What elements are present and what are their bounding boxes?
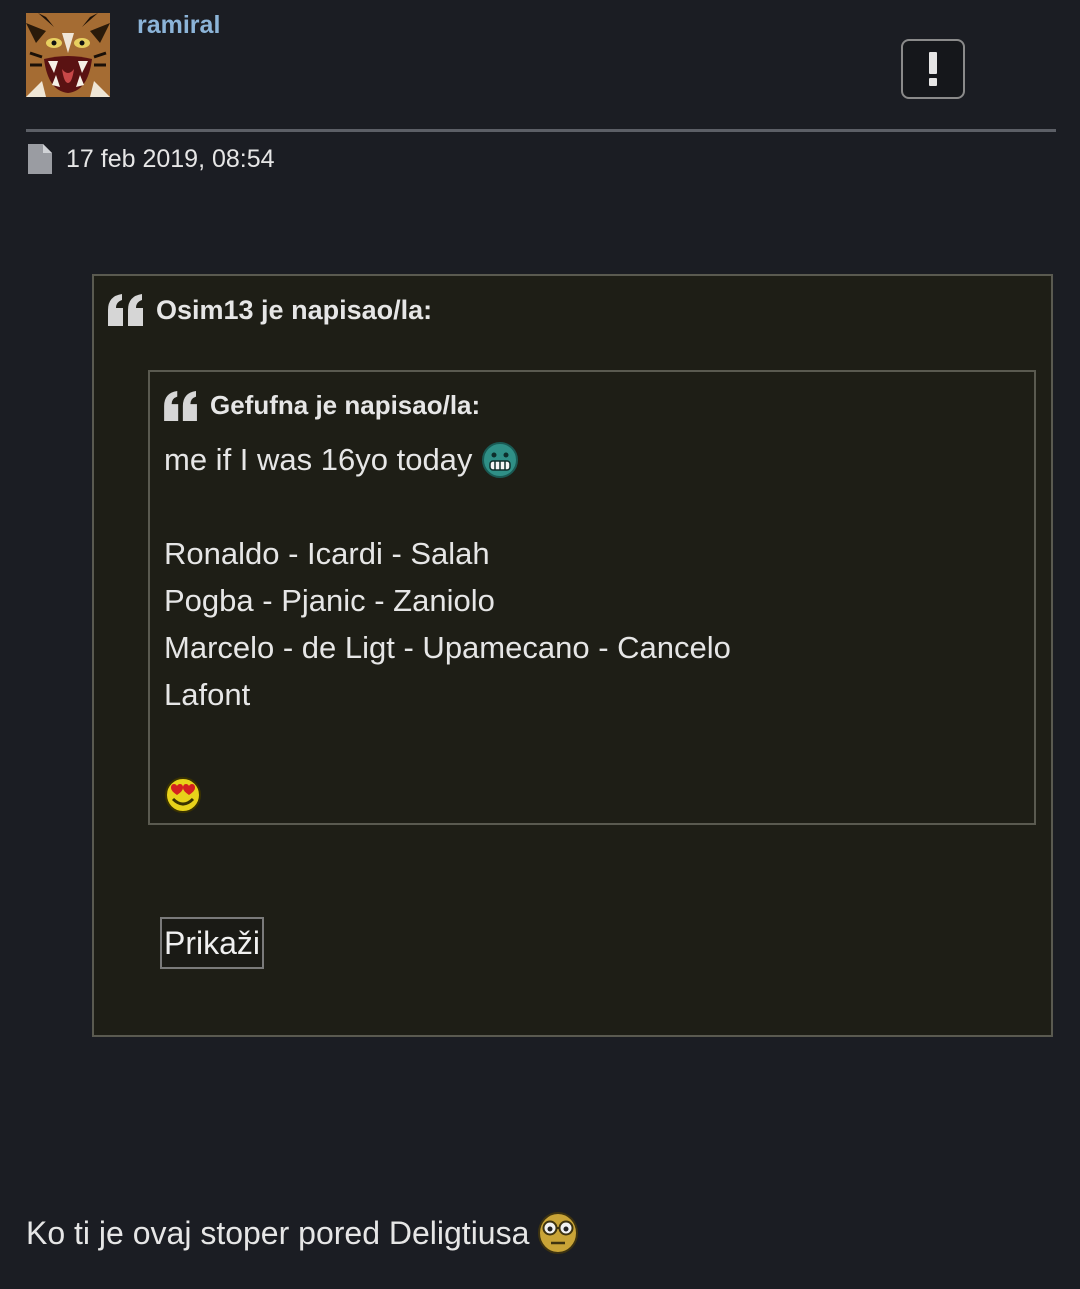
quote-line — [164, 483, 731, 530]
quote-line: Marcelo - de Ligt - Upamecano - Cancelo — [164, 624, 731, 671]
post-date: 17 feb 2019, 08:54 — [66, 144, 275, 173]
forum-post: ramiral 17 feb 2019, 08:54 Osim13 je nap… — [0, 0, 1080, 1289]
inner-quote-text: me if I was 16yo today Ronaldo - Icardi … — [164, 436, 731, 825]
quote-line-text: Marcelo - de Ligt - Upamecano - Cancelo — [164, 630, 731, 665]
nerd-glasses-emoji-icon — [538, 1212, 579, 1254]
quote-line-text: Pogba - Pjanic - Zaniolo — [164, 583, 495, 618]
quote-line: Ronaldo - Icardi - Salah — [164, 530, 731, 577]
post-body: Ko ti je ovaj stoper pored Deligtiusa — [26, 1211, 579, 1255]
header-divider — [26, 129, 1056, 132]
quote-mark-icon — [164, 390, 197, 421]
show-spoiler-button[interactable]: Prikaži — [160, 917, 265, 969]
tiger-avatar-icon — [26, 13, 110, 97]
avatar[interactable] — [26, 13, 110, 97]
quote-line-text: Ronaldo - Icardi - Salah — [164, 536, 490, 571]
quote-line: Pogba - Pjanic - Zaniolo — [164, 577, 731, 624]
grin-emoji-icon — [482, 441, 519, 478]
post-meta: 17 feb 2019, 08:54 — [28, 144, 275, 174]
inner-quote-author: Gefufna je napisao/la: — [210, 390, 481, 420]
outer-quote-block: Osim13 je napisao/la: Gefufna je napisao… — [92, 274, 1053, 1037]
quote-mark-icon — [108, 294, 143, 326]
quote-line: Lafont — [164, 671, 731, 718]
username-link[interactable]: ramiral — [137, 11, 220, 40]
quote-line — [164, 718, 731, 765]
quote-line-text: Lafont — [164, 677, 251, 712]
post-text: Ko ti je ovaj stoper pored Deligtiusa — [26, 1214, 530, 1251]
outer-quote-header: Osim13 je napisao/la: — [108, 294, 432, 326]
quote-line-text: me if I was 16yo today — [164, 442, 473, 477]
exclamation-icon — [929, 52, 937, 86]
outer-quote-author: Osim13 je napisao/la: — [156, 294, 433, 325]
inner-quote-header: Gefufna je napisao/la: — [164, 390, 480, 421]
report-button[interactable] — [901, 39, 965, 99]
document-icon — [28, 144, 52, 174]
heart-eyes-emoji-icon — [165, 777, 201, 813]
quote-line — [164, 765, 731, 825]
inner-quote-block: Gefufna je napisao/la: me if I was 16yo … — [148, 370, 1036, 825]
quote-line: me if I was 16yo today — [164, 436, 731, 483]
